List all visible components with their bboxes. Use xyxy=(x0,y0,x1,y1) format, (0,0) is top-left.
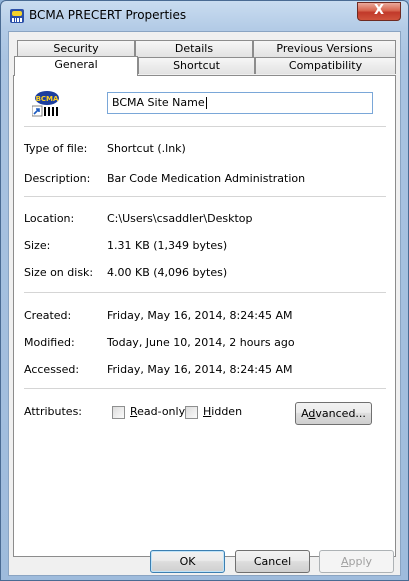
advanced-text-rest: vanced... xyxy=(315,407,366,420)
properties-window: BCMA PRECERT Properties X Security Detai… xyxy=(0,0,409,581)
location-label: Location: xyxy=(24,212,75,225)
tab-general[interactable]: General xyxy=(14,56,138,76)
icon-text: BCMA xyxy=(36,95,59,103)
shortcut-name-value: BCMA Site Name xyxy=(112,96,205,109)
apply-label: pply xyxy=(348,555,373,568)
size-on-disk-value: 4.00 KB (4,096 bytes) xyxy=(107,266,228,279)
shortcut-name-input[interactable]: BCMA Site Name xyxy=(107,92,373,114)
readonly-checkbox[interactable] xyxy=(112,406,125,419)
hidden-label[interactable]: Hidden xyxy=(203,405,242,418)
close-button[interactable]: X xyxy=(357,2,401,21)
text-caret xyxy=(205,97,207,109)
type-of-file-label: Type of file: xyxy=(24,142,88,155)
tab-security[interactable]: Security xyxy=(17,40,135,57)
separator xyxy=(24,388,386,389)
shortcut-app-icon xyxy=(10,9,24,23)
readonly-label[interactable]: Read-only xyxy=(130,405,185,418)
separator xyxy=(24,126,386,127)
general-tab-panel: BCMA BCMA Site Name Type of file: Shortc… xyxy=(13,75,396,557)
accessed-value: Friday, May 16, 2014, 8:24:45 AM xyxy=(107,363,293,376)
close-icon: X xyxy=(373,3,385,18)
description-label: Description: xyxy=(24,172,91,185)
tab-shortcut[interactable]: Shortcut xyxy=(138,57,255,74)
window-title: BCMA PRECERT Properties xyxy=(29,8,187,22)
created-label: Created: xyxy=(24,309,72,322)
apply-button[interactable]: Apply xyxy=(319,550,394,573)
tab-previous-versions[interactable]: Previous Versions xyxy=(253,40,396,57)
cancel-button[interactable]: Cancel xyxy=(235,550,310,573)
readonly-text: ead-only xyxy=(137,405,186,418)
type-of-file-value: Shortcut (.lnk) xyxy=(107,142,186,155)
tab-label: Shortcut xyxy=(173,59,220,72)
tab-label: Security xyxy=(53,42,99,55)
ok-label: OK xyxy=(179,555,196,568)
tab-compatibility[interactable]: Compatibility xyxy=(255,57,396,74)
ok-button[interactable]: OK xyxy=(150,550,225,573)
accessed-label: Accessed: xyxy=(24,363,80,376)
separator xyxy=(24,292,386,293)
advanced-button[interactable]: Advanced... xyxy=(295,402,372,425)
size-value: 1.31 KB (1,349 bytes) xyxy=(107,239,228,252)
tab-label: Details xyxy=(174,42,214,55)
dialog-client-area: Security Details Previous Versions Gener… xyxy=(8,31,401,576)
hidden-checkbox[interactable] xyxy=(185,406,198,419)
modified-value: Today, June 10, 2014, 2 hours ago xyxy=(107,336,295,349)
location-value: C:\Users\csaddler\Desktop xyxy=(107,212,253,225)
modified-label: Modified: xyxy=(24,336,75,349)
separator xyxy=(24,196,386,197)
tab-label: Compatibility xyxy=(288,59,363,72)
title-bar[interactable]: BCMA PRECERT Properties X xyxy=(1,1,408,31)
attributes-label: Attributes: xyxy=(24,405,83,418)
tab-label: Previous Versions xyxy=(276,42,373,55)
hidden-text: idden xyxy=(211,405,243,418)
cancel-label: Cancel xyxy=(253,555,292,568)
size-on-disk-label: Size on disk: xyxy=(24,266,94,279)
bcma-shortcut-icon: BCMA xyxy=(32,90,60,118)
created-value: Friday, May 16, 2014, 8:24:45 AM xyxy=(107,309,293,322)
description-value: Bar Code Medication Administration xyxy=(107,172,306,185)
tab-details[interactable]: Details xyxy=(135,40,253,57)
tab-label: General xyxy=(54,58,98,71)
size-label: Size: xyxy=(24,239,51,252)
apply-accel: A xyxy=(340,555,349,568)
